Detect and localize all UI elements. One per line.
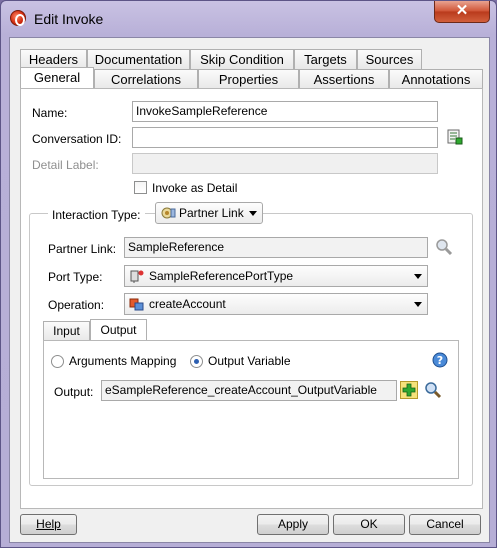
tab-targets[interactable]: Targets <box>294 49 357 69</box>
output-variable-radio[interactable] <box>190 355 203 368</box>
dialog-client-area: Headers Documentation Skip Condition Tar… <box>9 37 490 543</box>
help-button[interactable]: Help <box>20 514 77 535</box>
invoke-as-detail-label: Invoke as Detail <box>152 181 238 195</box>
tab-documentation[interactable]: Documentation <box>87 49 190 69</box>
detail-label-field <box>132 153 438 174</box>
close-button[interactable]: ✕ <box>434 1 490 23</box>
interaction-type-dropdown[interactable]: Partner Link <box>155 202 263 224</box>
conversation-id-field[interactable] <box>132 127 438 148</box>
tab-input[interactable]: Input <box>43 321 90 341</box>
title-bar[interactable]: Edit Invoke ✕ <box>1 1 496 37</box>
variable-picker-icon[interactable] <box>447 129 463 148</box>
arguments-mapping-radio[interactable] <box>51 355 64 368</box>
conversation-id-label: Conversation ID: <box>32 132 122 146</box>
tab-skip-condition[interactable]: Skip Condition <box>190 49 294 69</box>
tab-row-upper: Headers Documentation Skip Condition Tar… <box>20 49 483 69</box>
output-variable-label: Output Variable <box>208 354 291 368</box>
apply-button[interactable]: Apply <box>257 514 329 535</box>
interaction-type-label: Interaction Type: <box>48 208 145 222</box>
tab-general[interactable]: General <box>20 67 94 89</box>
arguments-mapping-label: Arguments Mapping <box>69 354 177 368</box>
chevron-down-icon <box>249 211 257 216</box>
output-variable-value: eSampleReference_createAccount_OutputVar… <box>105 383 377 397</box>
blue-question-icon[interactable]: ? <box>432 352 448 371</box>
output-tab-panel: Arguments Mapping Output Variable ? Outp… <box>43 340 459 479</box>
tab-assertions[interactable]: Assertions <box>299 69 389 89</box>
port-type-value: SampleReferencePortType <box>149 269 294 283</box>
help-button-label: Help <box>36 517 61 531</box>
port-type-dropdown[interactable]: SampleReferencePortType <box>124 265 428 287</box>
edit-invoke-dialog: Edit Invoke ✕ Headers Documentation Skip… <box>0 0 497 548</box>
name-label: Name: <box>32 106 68 120</box>
port-type-icon <box>129 269 145 286</box>
jdeveloper-app-icon <box>10 10 26 26</box>
operation-label: Operation: <box>48 298 105 312</box>
ok-button-label: OK <box>360 517 378 531</box>
tab-properties[interactable]: Properties <box>198 69 299 89</box>
partner-link-label: Partner Link: <box>48 242 117 256</box>
tab-annotations[interactable]: Annotations <box>389 69 483 89</box>
tab-output[interactable]: Output <box>90 319 147 341</box>
output-variable-field[interactable]: eSampleReference_createAccount_OutputVar… <box>101 380 397 401</box>
green-plus-icon[interactable] <box>400 381 418 402</box>
magnifier-icon[interactable] <box>435 238 453 259</box>
operation-value: createAccount <box>149 297 226 311</box>
chevron-down-icon <box>414 274 422 279</box>
operation-icon <box>129 297 145 314</box>
magnifier-icon[interactable] <box>424 381 442 402</box>
general-tab-panel: Name: InvokeSampleReference Conversation… <box>20 88 483 509</box>
output-label: Output: <box>54 385 94 399</box>
name-field[interactable]: InvokeSampleReference <box>132 101 438 122</box>
tab-correlations[interactable]: Correlations <box>94 69 198 89</box>
window-title: Edit Invoke <box>34 11 104 27</box>
ok-button[interactable]: OK <box>333 514 405 535</box>
partner-link-field[interactable]: SampleReference <box>124 237 428 258</box>
svg-text:?: ? <box>437 354 443 367</box>
apply-button-label: Apply <box>277 517 309 531</box>
invoke-as-detail-checkbox[interactable] <box>134 181 147 194</box>
operation-dropdown[interactable]: createAccount <box>124 293 428 315</box>
interaction-type-value: Partner Link <box>179 206 244 220</box>
tab-row-lower: General Correlations Properties Assertio… <box>20 67 483 89</box>
tab-headers[interactable]: Headers <box>20 49 87 69</box>
detail-label-label: Detail Label: <box>32 158 99 172</box>
chevron-down-icon <box>414 302 422 307</box>
tab-sources[interactable]: Sources <box>357 49 422 69</box>
partner-link-icon <box>160 206 176 223</box>
cancel-button-label: Cancel <box>426 517 464 531</box>
cancel-button[interactable]: Cancel <box>409 514 481 535</box>
port-type-label: Port Type: <box>48 270 103 284</box>
